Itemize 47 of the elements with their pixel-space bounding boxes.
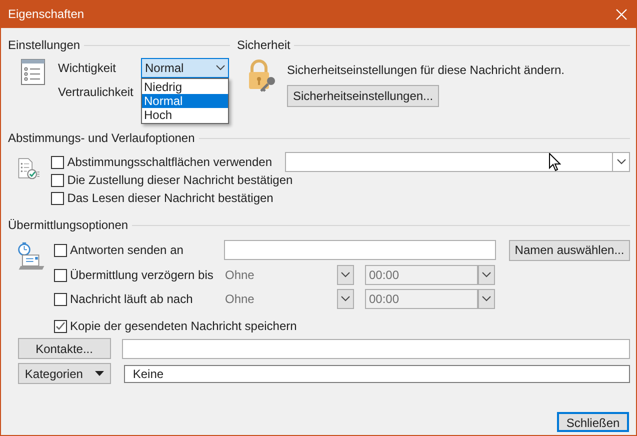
contacts-field[interactable] <box>122 338 630 358</box>
chevron-down-icon <box>341 272 350 278</box>
section-title: Übermittlungsoptionen <box>8 217 128 234</box>
checkbox-label[interactable]: Kopie der gesendeten Nachricht speichern <box>70 317 297 335</box>
categories-field[interactable]: Keine <box>124 364 630 382</box>
checkbox[interactable] <box>51 192 64 204</box>
checkbox[interactable] <box>54 292 67 306</box>
security-settings-button[interactable]: Sicherheitseinstellungen... <box>287 85 439 107</box>
checkbox[interactable] <box>51 174 64 186</box>
checkbox-label[interactable]: Antworten senden an <box>70 241 221 259</box>
window-title: Eigenschaften <box>8 6 84 23</box>
list-icon <box>21 59 45 85</box>
select-names-button[interactable]: Namen auswählen... <box>509 240 630 260</box>
checkbox-label[interactable]: Übermittlung verzögern bis <box>70 266 221 284</box>
section-title: Abstimmungs- und Verlaufoptionen <box>8 130 195 147</box>
field-label: Vertraulichkeit <box>58 84 134 101</box>
checkbox-label[interactable]: Nachricht läuft ab nach <box>70 290 221 308</box>
mouse-cursor-icon <box>549 153 561 172</box>
checkbox-label[interactable]: Abstimmungsschaltflächen verwenden <box>67 153 272 171</box>
checkbox-label[interactable]: Die Zustellung dieser Nachricht bestätigen <box>67 171 293 189</box>
date-dropdown[interactable]: Ohne <box>224 265 354 285</box>
checkbox[interactable] <box>54 320 67 332</box>
section-title: Sicherheit <box>237 37 290 54</box>
checkbox[interactable] <box>54 268 67 282</box>
dropdown-option[interactable]: Niedrig <box>142 80 228 94</box>
close-button[interactable]: Schließen <box>557 412 629 432</box>
dropdown-option[interactable]: Hoch <box>142 108 228 122</box>
section-title: Einstellungen <box>8 37 80 54</box>
close-icon[interactable] <box>616 8 627 20</box>
contacts-button[interactable]: Kontakte... <box>18 338 111 359</box>
chevron-down-icon <box>482 272 491 278</box>
checkbox-label[interactable]: Das Lesen dieser Nachricht bestätigen <box>67 189 274 207</box>
reply-to-field[interactable] <box>224 240 496 260</box>
chevron-down-icon <box>341 296 350 302</box>
checkbox[interactable] <box>51 156 64 168</box>
field-label: Wichtigkeit <box>58 60 118 77</box>
timer-envelope-icon <box>17 241 46 271</box>
triangle-down-icon <box>94 371 104 376</box>
chevron-down-icon <box>482 296 491 302</box>
chevron-down-icon <box>616 159 626 165</box>
importance-dropdown[interactable]: Normal <box>141 58 229 78</box>
dropdown-option[interactable]: Normal <box>142 94 228 108</box>
chevron-down-icon <box>216 65 225 71</box>
security-text: Sicherheitseinstellungen für diese Nachricht ändern. <box>287 62 564 79</box>
categories-button[interactable]: Kategorien <box>18 363 111 384</box>
date-dropdown[interactable]: Ohne <box>224 289 354 309</box>
checkbox[interactable] <box>54 244 67 256</box>
